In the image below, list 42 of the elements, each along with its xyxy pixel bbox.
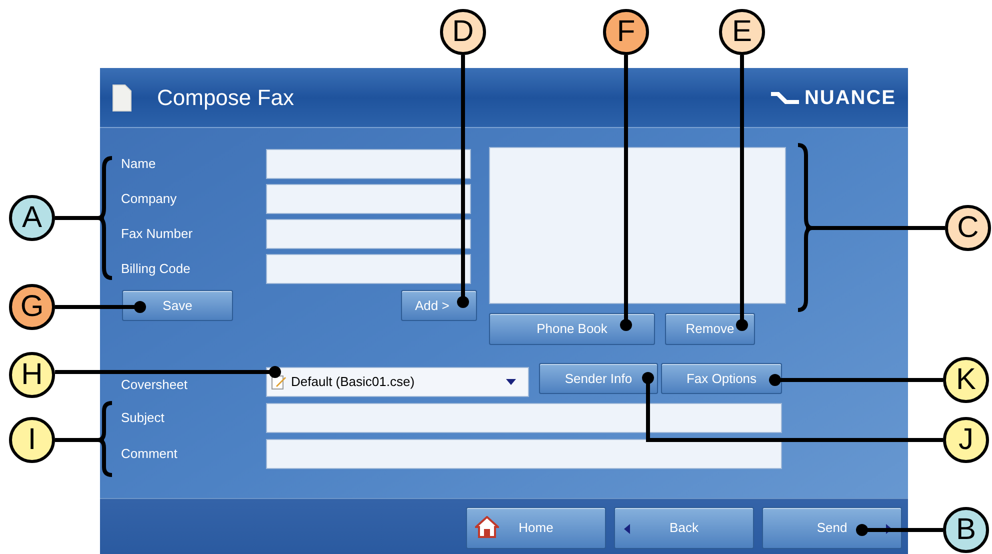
home-button[interactable]: Home xyxy=(466,506,606,548)
input-field[interactable] xyxy=(266,439,782,469)
callout-badge: J xyxy=(943,417,989,463)
field-label: Company xyxy=(121,190,178,208)
field-label: Coversheet xyxy=(121,376,188,394)
input-field[interactable] xyxy=(266,403,782,433)
caret-down-icon xyxy=(506,378,516,384)
input-field[interactable] xyxy=(266,149,471,179)
house-icon xyxy=(475,516,499,538)
field-label: Subject xyxy=(121,409,166,428)
callout-badge: K xyxy=(943,357,989,403)
logo-text: NUANCE xyxy=(804,86,896,110)
input-field[interactable] xyxy=(266,184,471,214)
callout-badge: H xyxy=(9,352,55,398)
callout-badge: I xyxy=(9,417,55,463)
callout-badge: D xyxy=(440,9,486,55)
field-label: Billing Code xyxy=(121,260,192,278)
callout-badge: E xyxy=(719,9,765,55)
field-label: Name xyxy=(121,155,157,174)
logo-mark-icon xyxy=(770,90,800,106)
callout-badge: G xyxy=(9,284,55,330)
add-button[interactable]: Add > xyxy=(401,290,477,321)
window-title: Compose Fax xyxy=(157,84,294,112)
left-triangle-icon xyxy=(624,524,630,534)
document-icon xyxy=(112,84,132,112)
back-button[interactable]: Back xyxy=(614,506,754,548)
coversheet-dropdown[interactable]: Default (Basic01.cse) xyxy=(266,366,529,396)
input-field[interactable] xyxy=(266,219,471,249)
remove-button[interactable]: Remove xyxy=(665,313,755,345)
fax-options-button[interactable]: Fax Options xyxy=(661,363,782,394)
phone-book-button[interactable]: Phone Book xyxy=(489,313,655,345)
sender-info-button[interactable]: Sender Info xyxy=(539,363,658,394)
callout-badge: C xyxy=(945,205,991,251)
input-field[interactable] xyxy=(266,254,471,284)
recipient-list[interactable] xyxy=(489,147,786,304)
callout-badge: B xyxy=(943,507,989,553)
callout-badge: F xyxy=(603,9,649,55)
field-label: Fax Number xyxy=(121,225,194,244)
field-label: Comment xyxy=(121,445,178,464)
callout-badge: A xyxy=(9,195,55,241)
coversheet-value: Default (Basic01.cse) xyxy=(291,372,415,391)
save-button[interactable]: Save xyxy=(122,290,233,321)
